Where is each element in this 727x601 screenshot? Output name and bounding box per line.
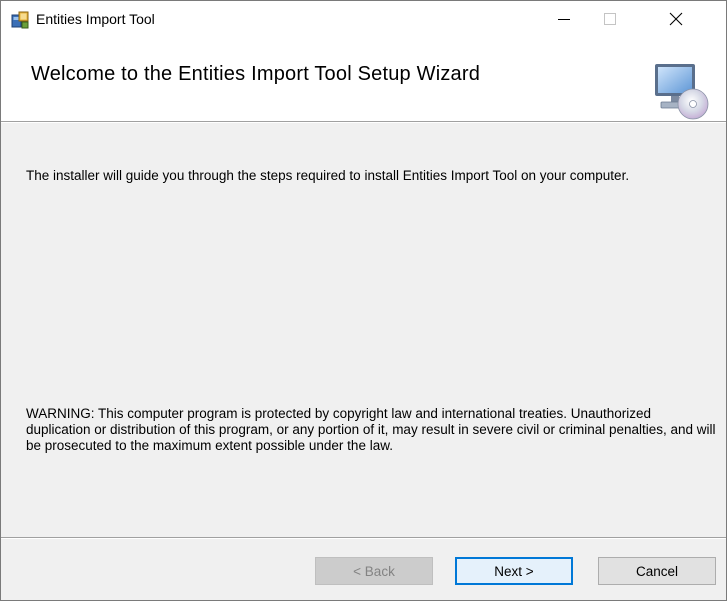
close-button[interactable] — [653, 1, 699, 37]
minimize-button[interactable] — [541, 1, 587, 37]
setup-wizard-window: Entities Import Tool Welcome to the Enti… — [0, 0, 727, 601]
header-banner: Welcome to the Entities Import Tool Setu… — [1, 37, 726, 122]
cancel-button[interactable]: Cancel — [598, 557, 716, 585]
maximize-button[interactable] — [587, 1, 633, 37]
window-title: Entities Import Tool — [36, 11, 155, 27]
close-icon — [669, 12, 683, 26]
maximize-icon — [604, 13, 616, 25]
footer-divider-highlight — [1, 538, 726, 539]
copyright-warning: WARNING: This computer program is protec… — [26, 406, 716, 453]
computer-cd-icon — [653, 60, 713, 122]
wizard-title: Welcome to the Entities Import Tool Setu… — [31, 63, 481, 85]
title-bar: Entities Import Tool — [1, 1, 726, 37]
banner-divider — [1, 122, 726, 123]
intro-text: The installer will guide you through the… — [26, 168, 630, 183]
minimize-icon — [558, 19, 570, 20]
next-button[interactable]: Next > — [455, 557, 573, 585]
installer-app-icon — [10, 9, 30, 29]
back-button[interactable]: < Back — [315, 557, 433, 585]
